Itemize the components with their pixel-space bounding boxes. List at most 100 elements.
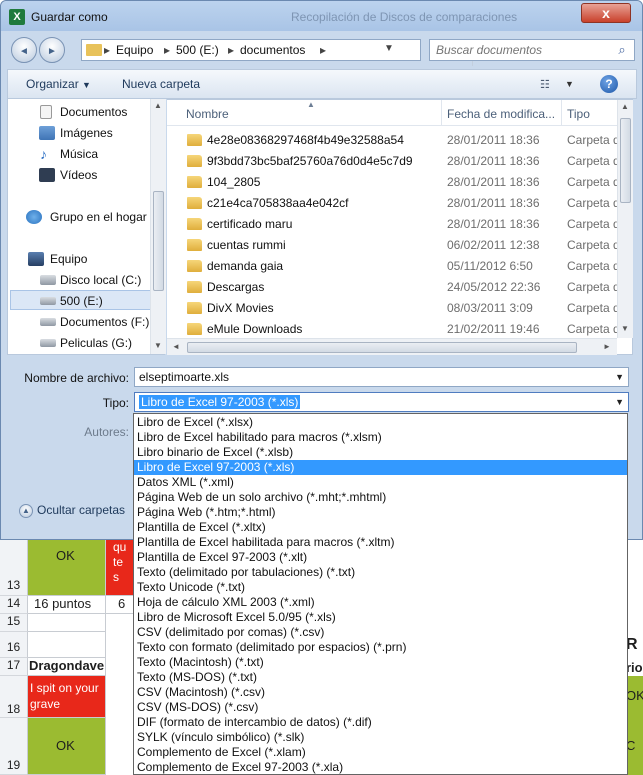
- horizontal-scrollbar[interactable]: ◄ ►: [167, 338, 617, 355]
- sidebar-item-disco-local[interactable]: Disco local (C:): [60, 273, 141, 287]
- chevron-down-icon[interactable]: ▼: [615, 372, 624, 382]
- row-header-14[interactable]: 14: [0, 596, 28, 614]
- row-header-18[interactable]: 18: [0, 676, 28, 718]
- file-row[interactable]: Descargas 24/05/2012 22:36 Carpeta d: [167, 277, 620, 298]
- column-separator[interactable]: [441, 100, 442, 126]
- new-folder-button[interactable]: Nueva carpeta: [122, 77, 200, 91]
- cell-16-a[interactable]: [28, 632, 106, 658]
- file-type-option[interactable]: Libro binario de Excel (*.xlsb): [134, 445, 627, 460]
- sidebar-item-equipo[interactable]: Equipo: [50, 252, 87, 266]
- sidebar-item-500-e[interactable]: 500 (E:): [60, 294, 103, 308]
- breadcrumb-drive[interactable]: 500 (E:): [176, 43, 219, 57]
- file-type-option[interactable]: Texto con formato (delimitado por espaci…: [134, 640, 627, 655]
- column-header-date[interactable]: Fecha de modifica...: [447, 107, 555, 121]
- cell-15-a[interactable]: [28, 614, 106, 632]
- sidebar-item-musica[interactable]: Música: [60, 147, 98, 161]
- help-icon[interactable]: ?: [600, 75, 618, 93]
- file-type-option[interactable]: Complemento de Excel (*.xlam): [134, 745, 627, 760]
- file-type-option[interactable]: Complemento de Excel 97-2003 (*.xla): [134, 760, 627, 775]
- row-header-16[interactable]: 16: [0, 632, 28, 658]
- view-options-icon[interactable]: ☷: [540, 78, 554, 91]
- row-header-19[interactable]: 19: [0, 718, 28, 775]
- cell-13-b[interactable]: qu te s: [106, 540, 136, 596]
- breadcrumb-documentos[interactable]: documentos: [240, 43, 305, 57]
- file-type-option[interactable]: Página Web (*.htm;*.html): [134, 505, 627, 520]
- scroll-up-icon[interactable]: ▲: [621, 102, 629, 111]
- scrollbar-thumb[interactable]: [620, 118, 631, 203]
- search-box[interactable]: ⌕: [429, 39, 635, 61]
- cell-text: qu te s: [113, 540, 127, 584]
- file-type-option[interactable]: CSV (delimitado por comas) (*.csv): [134, 625, 627, 640]
- filename-field[interactable]: elseptimoarte.xls ▼: [134, 367, 629, 387]
- file-row[interactable]: eMule Downloads 21/02/2011 19:46 Carpeta d: [167, 319, 620, 340]
- file-type-option[interactable]: Libro de Excel 97-2003 (*.xls): [134, 460, 627, 475]
- file-type-option[interactable]: Texto (Macintosh) (*.txt): [134, 655, 627, 670]
- chevron-down-icon[interactable]: ▼: [384, 43, 394, 54]
- file-row[interactable]: certificado maru 28/01/2011 18:36 Carpeta …: [167, 214, 620, 235]
- file-type-option[interactable]: DIF (formato de intercambio de datos) (*…: [134, 715, 627, 730]
- forward-button[interactable]: ►: [39, 37, 65, 63]
- cell-13-a[interactable]: OK: [28, 540, 106, 596]
- cell-14-b[interactable]: 6 p: [106, 596, 136, 614]
- scrollbar-thumb[interactable]: [153, 191, 164, 291]
- sidebar-item-peliculas-g[interactable]: Peliculas (G:): [60, 336, 132, 350]
- file-type-option[interactable]: Libro de Excel habilitado para macros (*…: [134, 430, 627, 445]
- file-row[interactable]: DivX Movies 08/03/2011 3:09 Carpeta d: [167, 298, 620, 319]
- cell-14-a[interactable]: 16 puntos: [28, 596, 106, 614]
- back-button[interactable]: ◄: [11, 37, 37, 63]
- column-header-type[interactable]: Tipo: [567, 107, 590, 121]
- organize-button[interactable]: Organizar ▼: [26, 77, 91, 91]
- file-type-option[interactable]: Texto (delimitado por tabulaciones) (*.t…: [134, 565, 627, 580]
- file-type-option[interactable]: Página Web de un solo archivo (*.mht;*.m…: [134, 490, 627, 505]
- scroll-left-icon[interactable]: ◄: [172, 342, 180, 351]
- file-row[interactable]: 4e28e08368297468f4b49e32588a54 28/01/2011…: [167, 130, 620, 151]
- file-row[interactable]: demanda gaia 05/11/2012 6:50 Carpeta d: [167, 256, 620, 277]
- file-type-option[interactable]: CSV (MS-DOS) (*.csv): [134, 700, 627, 715]
- file-row[interactable]: cuentas rummi 06/02/2011 12:38 Carpeta d: [167, 235, 620, 256]
- sidebar-item-videos[interactable]: Vídeos: [60, 168, 97, 182]
- title-bar[interactable]: X Guardar como Recopilación de Discos de…: [1, 1, 642, 31]
- row-header-13[interactable]: 13: [0, 540, 28, 596]
- sidebar-item-grupo-hogar[interactable]: Grupo en el hogar: [50, 210, 147, 224]
- scroll-down-icon[interactable]: ▼: [154, 341, 162, 350]
- file-row[interactable]: 104_2805 28/01/2011 18:36 Carpeta d: [167, 172, 620, 193]
- chevron-down-icon[interactable]: ▼: [615, 397, 624, 407]
- cell-17-a[interactable]: Dragondave: [28, 658, 106, 676]
- cell-19-a[interactable]: OK: [28, 718, 106, 775]
- breadcrumb-equipo[interactable]: Equipo: [116, 43, 153, 57]
- search-input[interactable]: [436, 42, 606, 58]
- address-bar[interactable]: ▸ Equipo ▸ 500 (E:) ▸ documentos ▸ ▼ ↻: [81, 39, 489, 66]
- column-header-name[interactable]: Nombre: [186, 107, 229, 121]
- sidebar-item-documentos-f[interactable]: Documentos (F:): [60, 315, 149, 329]
- scroll-up-icon[interactable]: ▲: [154, 101, 162, 110]
- close-button[interactable]: x: [581, 3, 631, 23]
- file-type-option[interactable]: Hoja de cálculo XML 2003 (*.xml): [134, 595, 627, 610]
- file-list-scrollbar[interactable]: ▲ ▼: [617, 100, 633, 338]
- file-type-option[interactable]: CSV (Macintosh) (*.csv): [134, 685, 627, 700]
- file-type-option[interactable]: Plantilla de Excel 97-2003 (*.xlt): [134, 550, 627, 565]
- file-type-option[interactable]: Datos XML (*.xml): [134, 475, 627, 490]
- sidebar-item-imagenes[interactable]: Imágenes: [60, 126, 113, 140]
- sidebar-item-documentos[interactable]: Documentos: [60, 105, 127, 119]
- file-row[interactable]: 9f3bdd73bc5baf25760a76d0d4e5c7d9 28/01/20…: [167, 151, 620, 172]
- sidebar-scrollbar[interactable]: ▲ ▼: [150, 99, 166, 354]
- file-type-option[interactable]: SYLK (vínculo simbólico) (*.slk): [134, 730, 627, 745]
- file-type-option[interactable]: Plantilla de Excel habilitada para macro…: [134, 535, 627, 550]
- file-type-option[interactable]: Libro de Microsoft Excel 5.0/95 (*.xls): [134, 610, 627, 625]
- chevron-down-icon[interactable]: ▼: [565, 79, 574, 89]
- file-type-option[interactable]: Texto Unicode (*.txt): [134, 580, 627, 595]
- cell-18-a[interactable]: I spit on your grave: [28, 676, 106, 718]
- column-separator[interactable]: [561, 100, 562, 126]
- file-type-select[interactable]: Libro de Excel 97-2003 (*.xls) ▼: [134, 392, 629, 412]
- scroll-down-icon[interactable]: ▼: [621, 324, 629, 333]
- scrollbar-thumb[interactable]: [187, 342, 577, 353]
- row-header-15[interactable]: 15: [0, 614, 28, 632]
- search-icon[interactable]: ⌕: [614, 42, 630, 58]
- row-header-17[interactable]: 17: [0, 658, 28, 676]
- hide-folders-button[interactable]: ▲ Ocultar carpetas: [19, 503, 125, 518]
- file-type-option[interactable]: Plantilla de Excel (*.xltx): [134, 520, 627, 535]
- scroll-right-icon[interactable]: ►: [603, 342, 611, 351]
- file-row[interactable]: c21e4ca705838aa4e042cf 28/01/2011 18:36 Ca…: [167, 193, 620, 214]
- file-type-option[interactable]: Texto (MS-DOS) (*.txt): [134, 670, 627, 685]
- file-type-option[interactable]: Libro de Excel (*.xlsx): [134, 415, 627, 430]
